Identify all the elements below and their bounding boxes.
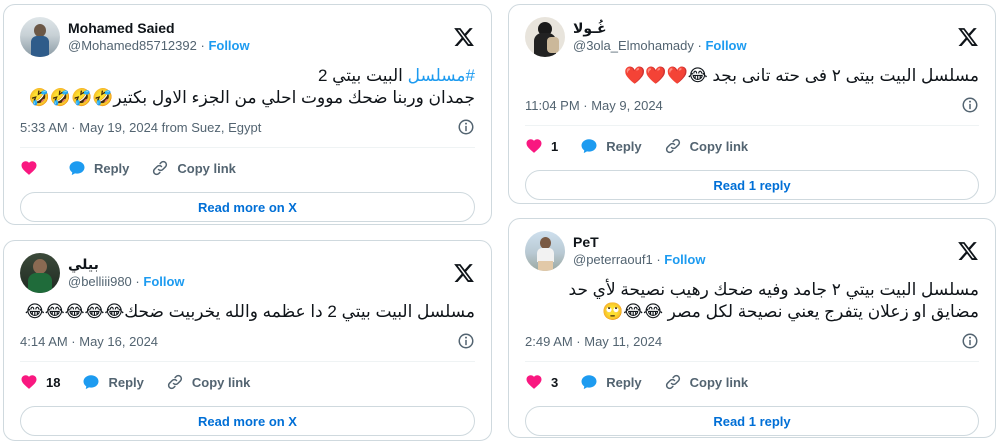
like-button[interactable]: 18 — [20, 373, 60, 391]
tweet-text-line: البيت بيتي 2 — [317, 66, 408, 85]
reply-bubble-icon — [82, 373, 100, 391]
avatar[interactable] — [20, 17, 60, 57]
hashtag-link[interactable]: #مسلسل — [408, 66, 475, 85]
reply-button[interactable]: Reply — [580, 373, 642, 391]
like-count: 1 — [551, 138, 559, 154]
tweet-header: PeT @peterraouf1 · Follow — [525, 231, 979, 271]
x-logo-icon[interactable] — [453, 26, 475, 48]
link-icon — [664, 373, 682, 391]
reply-label: Reply — [94, 160, 130, 176]
reply-label: Reply — [606, 374, 642, 390]
read-replies-button[interactable]: Read 1 reply — [525, 170, 979, 200]
tweet-text-line: مسلسل البيت بيتي ٢ جامد وفيه ضحك رهيب نص… — [568, 280, 979, 299]
reply-bubble-icon — [580, 373, 598, 391]
action-bar: 18 Reply Copy link — [20, 370, 475, 394]
author-handle[interactable]: @belliii980 — [68, 274, 132, 289]
tweet-text-line: مسلسل البيت بيتي 2 دا عظمه والله يخربيت … — [24, 302, 475, 321]
reply-bubble-icon — [580, 137, 598, 155]
tweet-card: Mohamed Saied @Mohamed85712392 · Follow … — [3, 4, 492, 225]
tweet-text: مسلسل البيت بيتي 2 دا عظمه والله يخربيت … — [20, 301, 475, 323]
tweet-card: PeT @peterraouf1 · Follow مسلسل البيت بي… — [508, 218, 996, 438]
copy-link-button[interactable]: Copy link — [151, 159, 236, 177]
tweet-header: Mohamed Saied @Mohamed85712392 · Follow — [20, 17, 475, 57]
heart-icon — [525, 137, 543, 155]
reply-button[interactable]: Reply — [82, 373, 144, 391]
tweet-text-line: مسلسل البيت بيتى ٢ فى حته تانى بجد 😂❤️❤️… — [624, 66, 979, 85]
copy-link-button[interactable]: Copy link — [166, 373, 251, 391]
copy-link-label: Copy link — [689, 138, 749, 154]
info-icon[interactable] — [457, 332, 475, 350]
tweet-text: #مسلسل البيت بيتي 2 جمدان وربنا ضحك مووت… — [20, 65, 475, 109]
divider — [525, 361, 979, 362]
divider — [20, 147, 475, 148]
author-name[interactable]: PeT — [573, 233, 949, 251]
action-bar: 3 Reply Copy link — [525, 370, 979, 394]
link-icon — [166, 373, 184, 391]
tweet-timestamp[interactable]: 4:14 AM · May 16, 2024 — [20, 334, 158, 349]
info-icon[interactable] — [961, 96, 979, 114]
reply-label: Reply — [108, 374, 144, 390]
heart-icon — [525, 373, 543, 391]
reply-bubble-icon — [68, 159, 86, 177]
author-handle[interactable]: @peterraouf1 — [573, 252, 653, 267]
author-name[interactable]: غُـولا — [573, 19, 949, 37]
read-more-button[interactable]: Read more on X — [20, 406, 475, 436]
copy-link-button[interactable]: Copy link — [664, 137, 749, 155]
action-bar: Reply Copy link — [20, 156, 475, 180]
copy-link-label: Copy link — [191, 374, 251, 390]
tweet-text-line: مضايق او زعلان يتفرج يعني نصيحة لكل مصر … — [602, 302, 979, 321]
tweet-text-line: جمدان وربنا ضحك مووت احلي من الجزء الاول… — [28, 88, 475, 107]
avatar[interactable] — [525, 17, 565, 57]
tweet-text: مسلسل البيت بيتي ٢ جامد وفيه ضحك رهيب نص… — [525, 279, 979, 323]
tweet-card: غُـولا @3ola_Elmohamady · Follow مسلسل ا… — [508, 4, 996, 204]
copy-link-button[interactable]: Copy link — [664, 373, 749, 391]
author-handle[interactable]: @3ola_Elmohamady — [573, 38, 694, 53]
divider — [20, 361, 475, 362]
info-icon[interactable] — [961, 332, 979, 350]
avatar[interactable] — [20, 253, 60, 293]
author-name[interactable]: Mohamed Saied — [68, 19, 445, 37]
tweet-header: بيلي @belliii980 · Follow — [20, 253, 475, 293]
like-button[interactable] — [20, 159, 46, 177]
action-bar: 1 Reply Copy link — [525, 134, 979, 158]
follow-button[interactable]: Follow — [705, 38, 746, 53]
reply-button[interactable]: Reply — [68, 159, 129, 177]
copy-link-label: Copy link — [689, 374, 749, 390]
read-more-button[interactable]: Read more on X — [20, 192, 475, 222]
tweet-text: مسلسل البيت بيتى ٢ فى حته تانى بجد 😂❤️❤️… — [525, 65, 979, 87]
reply-button[interactable]: Reply — [580, 137, 642, 155]
like-count: 3 — [551, 374, 559, 390]
like-button[interactable]: 3 — [525, 373, 558, 391]
author-handle[interactable]: @Mohamed85712392 — [68, 38, 197, 53]
x-logo-icon[interactable] — [453, 262, 475, 284]
x-logo-icon[interactable] — [957, 26, 979, 48]
read-replies-button[interactable]: Read 1 reply — [525, 406, 979, 436]
tweet-timestamp[interactable]: 11:04 PM · May 9, 2024 — [525, 98, 663, 113]
like-button[interactable]: 1 — [525, 137, 558, 155]
heart-icon — [20, 159, 38, 177]
avatar[interactable] — [525, 231, 565, 271]
heart-icon — [20, 373, 38, 391]
tweet-timestamp[interactable]: 5:33 AM · May 19, 2024 from Suez, Egypt — [20, 120, 261, 135]
divider — [525, 125, 979, 126]
tweet-card: بيلي @belliii980 · Follow مسلسل البيت بي… — [3, 240, 492, 441]
reply-label: Reply — [606, 138, 642, 154]
link-icon — [664, 137, 682, 155]
info-icon[interactable] — [457, 118, 475, 136]
follow-button[interactable]: Follow — [208, 38, 249, 53]
like-count: 18 — [46, 374, 61, 390]
tweet-timestamp[interactable]: 2:49 AM · May 11, 2024 — [525, 334, 662, 349]
author-name[interactable]: بيلي — [68, 255, 445, 273]
follow-button[interactable]: Follow — [143, 274, 184, 289]
tweet-header: غُـولا @3ola_Elmohamady · Follow — [525, 17, 979, 57]
x-logo-icon[interactable] — [957, 240, 979, 262]
copy-link-label: Copy link — [177, 160, 236, 176]
link-icon — [151, 159, 169, 177]
follow-button[interactable]: Follow — [664, 252, 705, 267]
